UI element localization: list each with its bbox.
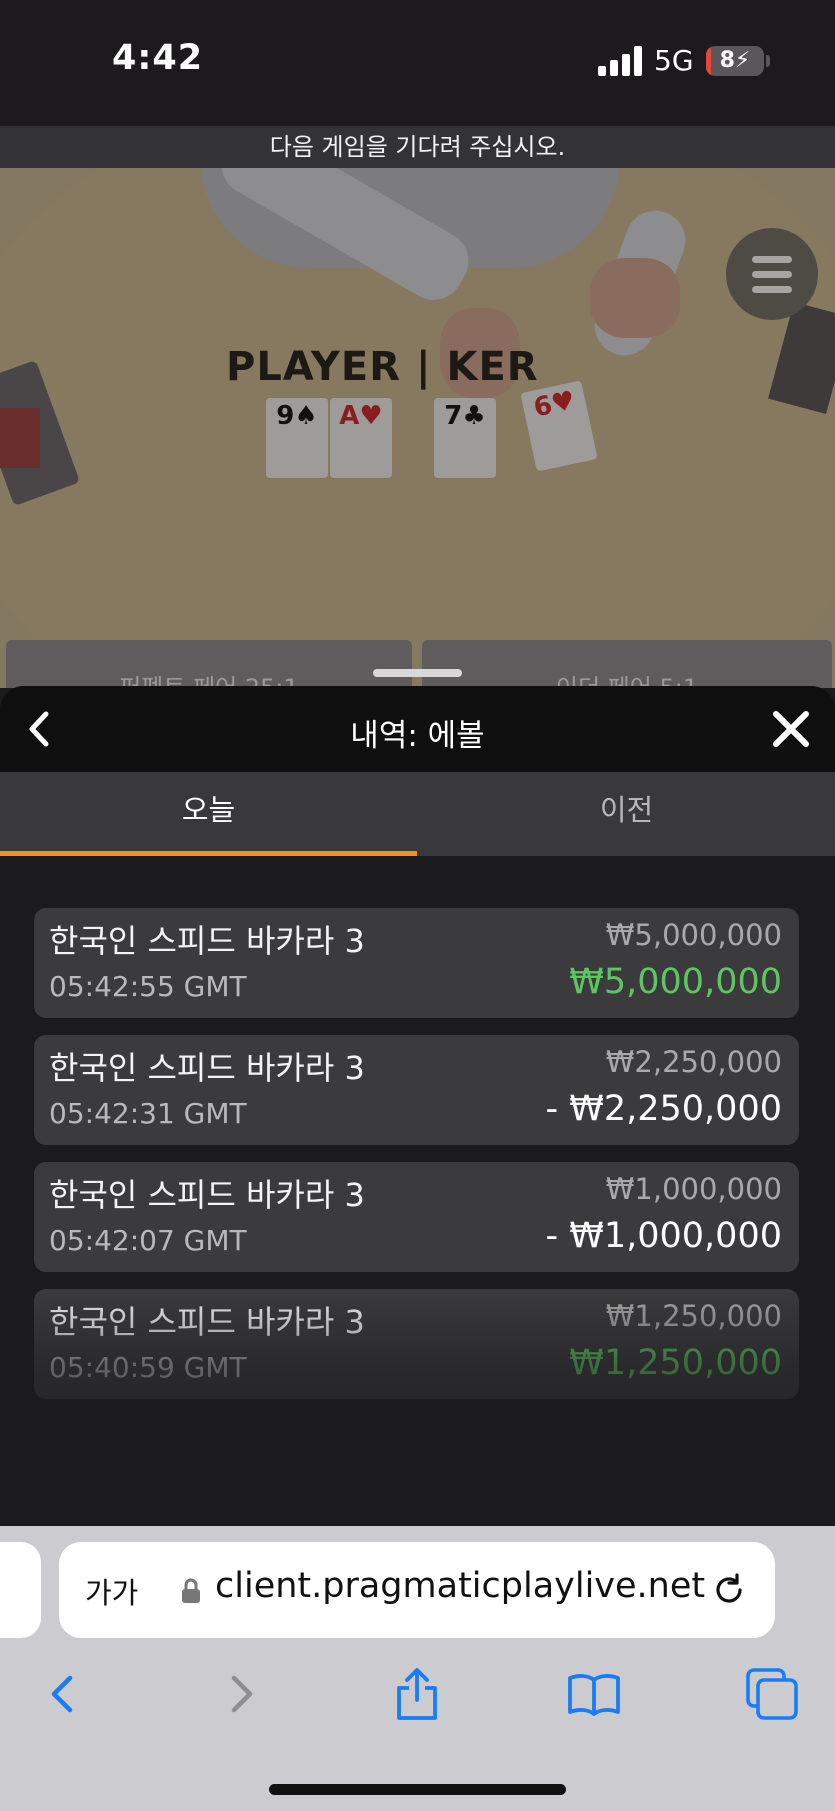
bet-spot-perfect-pair[interactable]: 퍼펙트 페어 25:1 xyxy=(6,640,412,688)
game-status-notice: 다음 게임을 기다려 주십시오. xyxy=(0,126,835,168)
status-bar: 4:42 5G 8⚡ xyxy=(0,0,835,126)
home-indicator[interactable] xyxy=(269,1784,566,1795)
forward-icon[interactable] xyxy=(212,1664,272,1724)
bet-amount: ₩1,000,000 xyxy=(605,1172,782,1206)
bet-spot-label: 퍼펙트 페어 25:1 xyxy=(119,674,299,688)
hamburger-icon-bar xyxy=(752,271,792,278)
bet-amount: ₩1,250,000 xyxy=(605,1299,782,1333)
network-type: 5G xyxy=(654,44,694,77)
sheet-title: 내역: 에볼 xyxy=(350,718,485,754)
history-item[interactable]: 한국인 스피드 바카라 3 05:42:31 GMT ₩2,250,000 - … xyxy=(34,1035,799,1145)
close-button[interactable] xyxy=(768,706,814,752)
game-name: 한국인 스피드 바카라 3 xyxy=(49,1303,365,1341)
bet-spot-either-pair[interactable]: 이더 페어 5:1 xyxy=(422,640,832,688)
banker-card-1: 7♣ xyxy=(434,398,496,478)
battery-percent: 8⚡ xyxy=(719,48,751,73)
status-time: 4:42 xyxy=(112,38,204,78)
tabs-icon[interactable] xyxy=(742,1664,802,1724)
round-time: 05:42:55 GMT xyxy=(49,970,247,1003)
share-icon[interactable] xyxy=(387,1664,447,1724)
tab-today[interactable]: 오늘 xyxy=(0,772,417,856)
player-card-1: 9♠ xyxy=(266,398,328,478)
url-text: client.pragmaticplaylive.net xyxy=(215,1566,706,1606)
sheet-drag-handle[interactable] xyxy=(373,669,462,677)
dealer-right-hand xyxy=(590,258,680,338)
history-item[interactable]: 한국인 스피드 바카라 3 05:40:59 GMT ₩1,250,000 ₩1… xyxy=(34,1289,799,1399)
bookmarks-icon[interactable] xyxy=(564,1664,624,1724)
sheet-header: 내역: 에볼 xyxy=(0,686,835,772)
reload-icon[interactable] xyxy=(709,1570,749,1610)
history-item[interactable]: 한국인 스피드 바카라 3 05:42:07 GMT ₩1,000,000 - … xyxy=(34,1162,799,1272)
back-icon[interactable] xyxy=(32,1664,92,1724)
live-game-video: PLAYER | ​KER 9♠ A♥ 7♣ 6♥ 퍼펙트 페어 25:1 이더… xyxy=(0,168,835,688)
tab-previous[interactable]: 이전 xyxy=(418,772,835,856)
round-time: 05:42:31 GMT xyxy=(49,1097,247,1130)
hamburger-icon-bar xyxy=(752,286,792,293)
history-sheet: 내역: 에볼 오늘 이전 한국인 스피드 바카라 3 05:42:55 GMT … xyxy=(0,686,835,1526)
player-banker-label: PLAYER | ​KER xyxy=(226,344,539,390)
game-menu-button[interactable] xyxy=(726,228,818,320)
history-item[interactable]: 한국인 스피드 바카라 3 05:42:55 GMT ₩5,000,000 ₩5… xyxy=(34,908,799,1018)
game-name: 한국인 스피드 바카라 3 xyxy=(49,922,365,960)
round-time: 05:42:07 GMT xyxy=(49,1224,247,1257)
hamburger-icon-bar xyxy=(752,256,792,263)
game-name: 한국인 스피드 바카라 3 xyxy=(49,1049,365,1087)
text-size-button[interactable]: 가가 xyxy=(85,1570,138,1612)
address-bar[interactable]: 가가 client.pragmaticplaylive.net xyxy=(59,1542,775,1638)
browser-toolbar: 가가 client.pragmaticplaylive.net xyxy=(0,1526,835,1811)
signal-strength-icon xyxy=(598,46,642,76)
lock-icon xyxy=(182,1578,200,1603)
bet-amount: ₩5,000,000 xyxy=(605,918,782,952)
result-amount: ₩1,250,000 xyxy=(569,1343,782,1383)
history-list: 한국인 스피드 바카라 3 05:42:55 GMT ₩5,000,000 ₩5… xyxy=(34,908,799,1416)
card-back xyxy=(0,408,40,468)
close-icon xyxy=(773,711,809,747)
bet-amount: ₩2,250,000 xyxy=(605,1045,782,1079)
history-tabs: 오늘 이전 xyxy=(0,772,835,856)
result-amount: ₩5,000,000 xyxy=(569,962,782,1002)
result-amount: - ₩1,000,000 xyxy=(545,1216,783,1256)
round-time: 05:40:59 GMT xyxy=(49,1351,247,1384)
battery-icon: 8⚡ xyxy=(706,46,764,76)
battery-cap xyxy=(766,55,770,67)
previous-tab-peek[interactable] xyxy=(0,1542,41,1638)
bet-spot-label: 이더 페어 5:1 xyxy=(555,674,699,688)
result-amount: - ₩2,250,000 xyxy=(545,1089,783,1129)
player-card-2: A♥ xyxy=(330,398,392,478)
game-name: 한국인 스피드 바카라 3 xyxy=(49,1176,365,1214)
